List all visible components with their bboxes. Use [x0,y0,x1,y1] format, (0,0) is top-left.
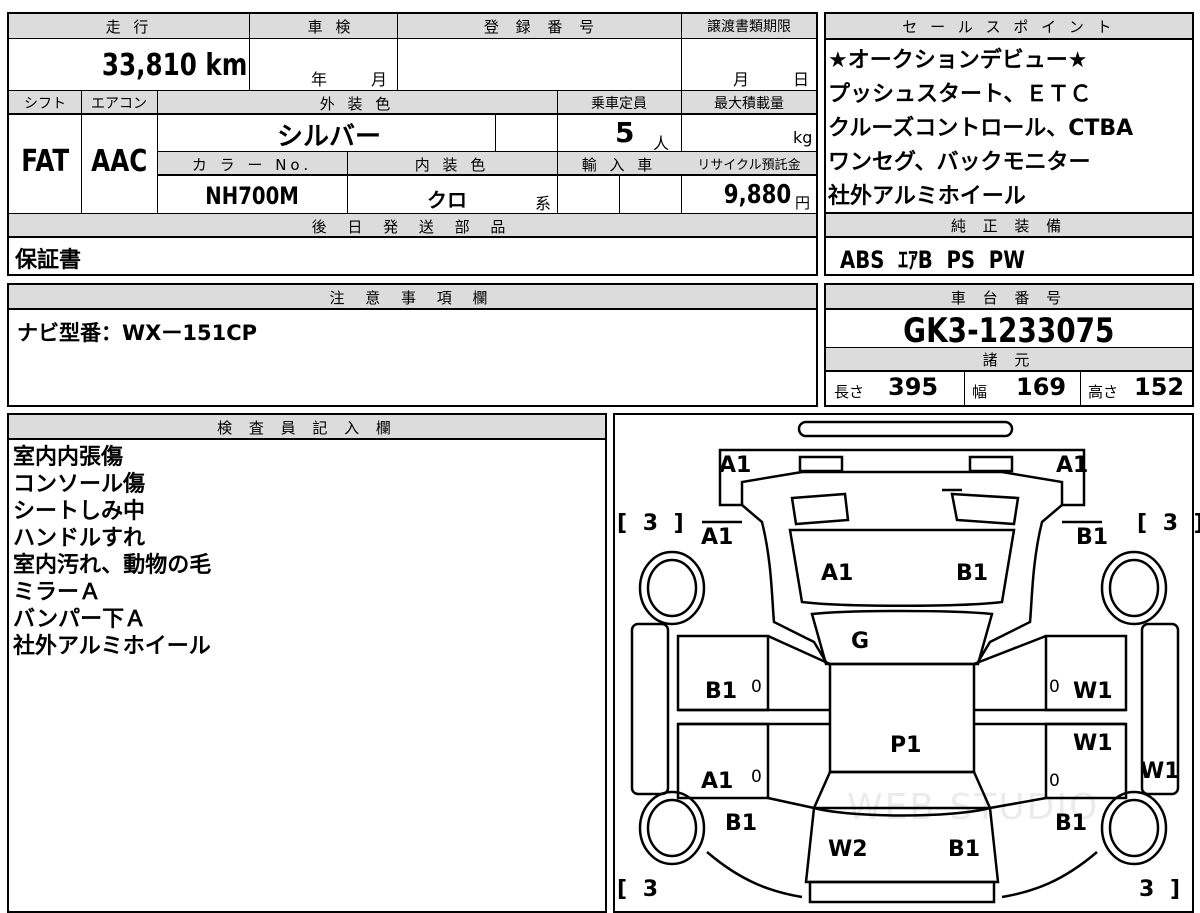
code-hood-left: A1 [821,561,854,586]
interior-color-value: クロ [427,188,467,212]
sales-point: ワンセグ、バックモニター [828,150,1091,175]
notes-value: ナビ型番：WXー151CP [17,321,257,345]
notes-panel: 注 意 事 項 欄 ナビ型番：WXー151CP [7,283,818,407]
inspection-year: 年 [311,70,328,89]
color-number-label: カ ラ ー No. [191,156,313,174]
recycle-value: 9,880 [723,180,791,210]
car-outline-diagram [630,420,1180,904]
sales-point: プッシュスタート、ＥＴＣ [828,82,1092,107]
later-parts-label: 後 日 発 送 部 品 [311,218,514,236]
inspector-line: コンソール傷 [13,472,146,497]
capacity-label: 乗車定員 [591,96,647,112]
sales-point: ★オークションデビュー★ [828,48,1088,73]
inspection-month: 月 [371,70,388,89]
inspector-label: 検 査 員 記 入 欄 [217,419,397,437]
aircon-value: AAC [90,144,148,179]
code-windshield: G [851,629,870,654]
interior-color-label: 内 装 色 [414,156,490,174]
aircon-label: エアコン [91,96,147,112]
registration-label: 登 録 番 号 [483,18,601,36]
sales-points-list: ★オークションデビュー★ プッシュスタート、ＥＴＣ クルーズコントロール、CTB… [828,44,1133,214]
genuine-equipment-value: ABS ｴｱB PS PW [840,246,1025,274]
import-label: 輸 入 車 [581,156,657,174]
code-front-right: A1 [1056,453,1089,478]
watermark: WEB STUDIO [847,787,1100,828]
genuine-equipment-label: 純 正 装 備 [950,217,1068,235]
code-door-front-right: W1 [1073,679,1113,704]
color-number-value: NH700M [205,182,299,210]
width-value: 169 [1016,373,1067,401]
inspector-line: 社外アルミホイール [13,634,211,659]
chassis-label: 車 台 番 号 [950,289,1068,307]
height-value: 152 [1134,373,1185,401]
code-rear-right: B1 [948,837,981,862]
chassis-panel: 車 台 番 号 GK3-1233075 諸 元 長さ 395 幅 169 高さ … [824,283,1194,407]
inspector-line: ミラーＡ [13,580,102,605]
shift-value: FAT [21,144,69,179]
shift-label: シフト [24,96,66,112]
length-label: 長さ [834,383,865,401]
recycle-unit: 円 [795,194,811,212]
tire-mark-front-left: [ 3 ] [617,511,688,536]
sales-point: クルーズコントロール、CTBA [828,116,1134,141]
transfer-day: 日 [793,70,810,89]
tire-mark-rear-left: [ 3 [617,877,663,902]
length-value: 395 [888,373,939,401]
transfer-month: 月 [733,70,750,89]
width-label: 幅 [972,383,988,401]
capacity-value: 5 [615,116,635,149]
inspector-panel: 検 査 員 記 入 欄 室内内張傷 コンソール傷 シートしみ中 ハンドルすれ 室… [7,413,607,913]
inspector-line: ハンドルすれ [13,526,146,551]
exterior-color-value: シルバー [277,122,382,152]
sales-points-panel: セ ー ル ス ポ イ ン ト ★オークションデビュー★ プッシュスタート、ＥＴ… [824,12,1194,214]
code-door-rear-right: W1 [1073,731,1113,756]
transfer-deadline-label: 譲渡書類期限 [707,19,791,35]
code-fender-right: B1 [1076,525,1109,550]
zero-mark: 0 [1049,677,1060,697]
later-parts-value: 保証書 [15,248,82,273]
code-front-left: A1 [719,453,752,478]
code-door-front-left: B1 [705,679,738,704]
zero-mark: 0 [751,677,762,697]
chassis-number: GK3-1233075 [903,311,1115,351]
code-side-right: W1 [1140,759,1180,784]
exterior-color-label: 外 装 色 [319,95,395,113]
inspector-line: 室内汚れ、動物の毛 [13,553,212,578]
spec-label: 諸 元 [982,351,1036,369]
code-fender-left: A1 [701,525,734,550]
sales-points-label: セ ー ル ス ポ イ ン ト [902,18,1116,36]
code-door-rear-left: A1 [701,769,734,794]
max-load-unit: kg [793,128,813,147]
tire-mark-front-right: [ 3 ] [1137,511,1200,536]
tire-mark-rear-right: 3 ] [1139,877,1185,902]
zero-mark: 0 [751,767,762,787]
code-roof: P1 [890,733,922,758]
code-rear-left: W2 [828,837,868,862]
max-load-label: 最大積載量 [714,96,784,112]
inspector-line: バンパー下Ａ [13,607,147,632]
inspector-line: シートしみ中 [13,499,146,524]
notes-label: 注 意 事 項 欄 [329,289,496,307]
sales-point: 社外アルミホイール [828,184,1026,209]
height-label: 高さ [1088,383,1119,401]
inspection-label: 車 検 [307,18,355,36]
interior-color-suffix: 系 [535,194,552,213]
code-hood-right: B1 [956,561,989,586]
inspector-line: 室内内張傷 [13,445,124,470]
inspector-lines: 室内内張傷 コンソール傷 シートしみ中 ハンドルすれ 室内汚れ、動物の毛 ミラー… [13,444,211,660]
genuine-equipment-panel: 純 正 装 備 ABS ｴｱB PS PW [824,212,1194,276]
mileage-value: 33,810 km [101,48,247,83]
code-quarter-left: B1 [725,811,758,836]
mileage-label: 走 行 [105,18,153,36]
car-diagram-panel: A1 A1 A1 B1 A1 B1 G B1 W1 P1 W1 A1 W1 B1… [613,413,1200,913]
vehicle-info-table: 走 行 車 検 登 録 番 号 譲渡書類期限 33,810 km 年 月 月 日… [7,12,818,276]
recycle-label: リサイクル預託金 [697,158,801,173]
